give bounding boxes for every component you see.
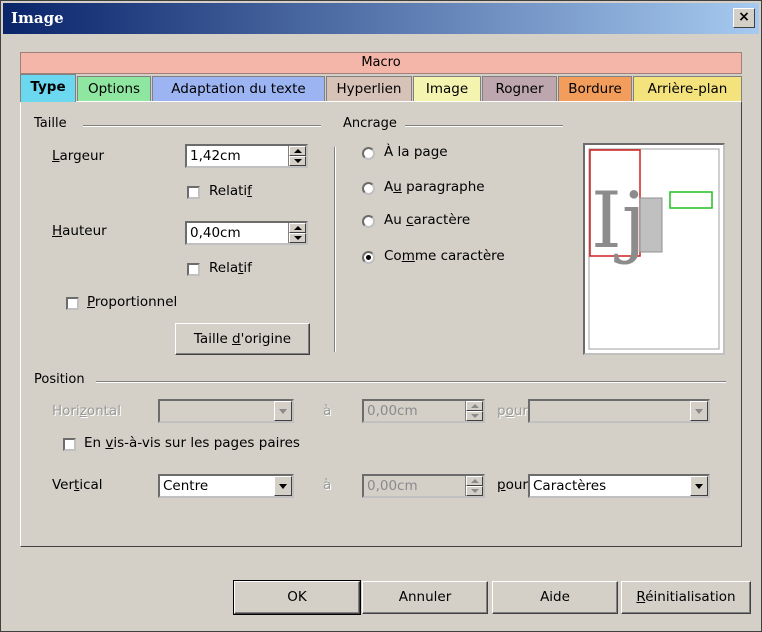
vertical-combo[interactable]: Centre [158, 474, 294, 498]
vertical-offset-increment[interactable] [466, 476, 483, 486]
largeur-increment[interactable] [289, 146, 306, 156]
horizontal-offset-value: 0,00cm [367, 403, 418, 419]
horizontal-pour-dropdown-button[interactable] [690, 401, 708, 421]
horizontal-pour-label: pour [497, 403, 528, 419]
group-taille-line [83, 125, 321, 127]
tab-type[interactable]: Type [20, 74, 76, 102]
anchor-as-character-radio[interactable] [362, 251, 375, 264]
largeur-value: 1,42cm [190, 148, 241, 164]
horizontal-dropdown-button[interactable] [274, 401, 292, 421]
horizontal-offset-decrement[interactable] [466, 411, 483, 421]
chevron-down-icon [695, 484, 703, 489]
relatif-largeur-checkbox[interactable] [187, 186, 200, 199]
anchor-as-character-label: Comme caractère [384, 248, 505, 264]
horizontal-a-label: à [323, 403, 332, 419]
mirror-label: En vis-à-vis sur les pages paires [84, 435, 300, 451]
preview-image-box [639, 197, 663, 253]
vertical-pour-combo[interactable]: Caractères [528, 474, 710, 498]
chevron-down-icon [279, 484, 287, 489]
vertical-offset-value: 0,00cm [367, 478, 418, 494]
tab-options[interactable]: Options [77, 76, 151, 101]
largeur-decrement[interactable] [289, 156, 306, 166]
vertical-offset-spin-buttons [465, 476, 483, 496]
mirror-checkbox[interactable] [63, 438, 76, 451]
anchor-page-radio[interactable] [362, 147, 375, 160]
tab-macro[interactable]: Macro [20, 52, 742, 74]
largeur-spinbox[interactable]: 1,42cm [185, 144, 308, 168]
help-button[interactable]: Aide [492, 581, 618, 614]
largeur-spin-buttons [288, 146, 306, 166]
group-position-line [96, 381, 726, 383]
arrow-down-icon [471, 414, 479, 418]
chevron-down-icon [279, 409, 287, 414]
horizontal-offset-spin-buttons [465, 401, 483, 421]
cancel-button[interactable]: Annuler [362, 581, 488, 614]
tab-image[interactable]: Image [413, 76, 481, 101]
radio-selected-dot [366, 255, 371, 260]
ok-button[interactable]: OK [233, 580, 361, 615]
anchor-preview: Ij [583, 143, 725, 355]
relatif-hauteur-label: Relatif [209, 260, 252, 276]
arrow-down-icon [294, 159, 302, 163]
anchor-character-radio[interactable] [362, 215, 375, 228]
vertical-pour-value: Caractères [533, 478, 607, 494]
tab-arri-re-plan[interactable]: Arrière-plan [633, 76, 742, 101]
preview-frame-box [669, 191, 713, 209]
close-button[interactable]: × [733, 8, 755, 28]
horizontal-pour-combo[interactable] [528, 399, 710, 423]
proportionnel-label: Proportionnel [87, 294, 178, 310]
anchor-paragraph-label: Au paragraphe [384, 179, 485, 195]
hauteur-increment[interactable] [289, 223, 306, 233]
tab-rogner[interactable]: Rogner [482, 76, 557, 101]
image-dialog: Image × Macro Type Options Adaptation du t… [0, 0, 762, 632]
vertical-value: Centre [163, 478, 209, 494]
arrow-up-icon [471, 479, 479, 483]
arrow-up-icon [294, 149, 302, 153]
relatif-hauteur-checkbox[interactable] [187, 263, 200, 276]
proportionnel-checkbox[interactable] [66, 297, 79, 310]
arrow-up-icon [471, 404, 479, 408]
horizontal-label: Horizontal [52, 403, 121, 419]
tab-hyperlien[interactable]: Hyperlien [326, 76, 412, 101]
group-separator [334, 147, 336, 352]
arrow-down-icon [471, 489, 479, 493]
hauteur-label: Hauteur [52, 223, 107, 239]
reset-button[interactable]: Réinitialisation [621, 581, 751, 614]
hauteur-spin-buttons [288, 223, 306, 243]
window-title: Image [11, 9, 64, 27]
vertical-a-label: à [323, 477, 332, 493]
group-ancrage-line [405, 125, 563, 127]
vertical-dropdown-button[interactable] [274, 476, 292, 496]
largeur-label: Largeur [52, 148, 105, 164]
tab-bordure[interactable]: Bordure [558, 76, 632, 101]
vertical-pour-dropdown-button[interactable] [690, 476, 708, 496]
group-ancrage-label: Ancrage [343, 116, 401, 131]
vertical-label: Vertical [52, 477, 103, 493]
horizontal-offset-spinbox[interactable]: 0,00cm [362, 399, 485, 423]
vertical-pour-label: pour [497, 477, 528, 493]
vertical-offset-decrement[interactable] [466, 486, 483, 496]
anchor-character-label: Au caractère [384, 212, 471, 228]
hauteur-value: 0,40cm [190, 225, 241, 241]
title-bar: Image × [3, 3, 759, 34]
preview-drawing: Ij [588, 148, 720, 350]
group-position-label: Position [34, 372, 89, 387]
anchor-paragraph-radio[interactable] [362, 182, 375, 195]
hauteur-spinbox[interactable]: 0,40cm [185, 221, 308, 245]
tab-adaptation-du-texte[interactable]: Adaptation du texte [152, 76, 325, 101]
hauteur-decrement[interactable] [289, 233, 306, 243]
relatif-largeur-label: Relatif [209, 183, 252, 199]
horizontal-combo[interactable] [158, 399, 294, 423]
horizontal-offset-increment[interactable] [466, 401, 483, 411]
preview-sample-text: Ij [591, 176, 646, 266]
chevron-down-icon [695, 409, 703, 414]
arrow-up-icon [294, 226, 302, 230]
anchor-page-label: À la page [384, 144, 448, 160]
vertical-offset-spinbox[interactable]: 0,00cm [362, 474, 485, 498]
group-taille-label: Taille [34, 116, 71, 131]
original-size-button[interactable]: Taille d'origine [175, 323, 310, 355]
arrow-down-icon [294, 236, 302, 240]
